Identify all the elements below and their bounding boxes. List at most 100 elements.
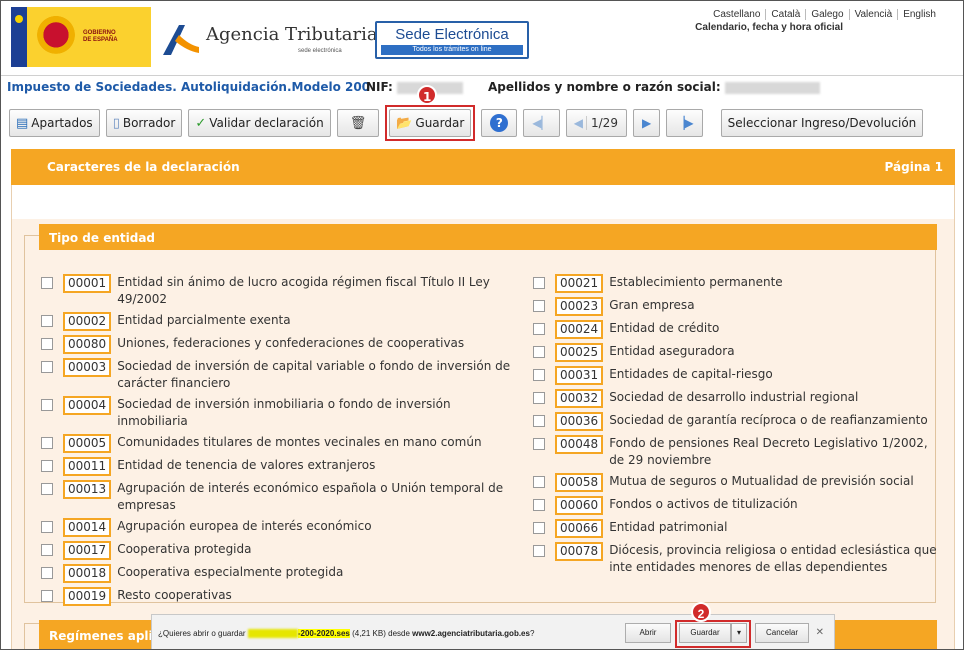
borrador-label: Borrador bbox=[122, 116, 176, 130]
entity-type-checkbox[interactable] bbox=[533, 522, 545, 534]
entity-type-checkbox[interactable] bbox=[41, 277, 53, 289]
form-panel: Tipo de entidad 00001 Entidad sin ánimo d… bbox=[11, 185, 955, 649]
entity-type-item: 00025 Entidad aseguradora bbox=[533, 343, 943, 362]
guardar-highlight: 📂 Guardar 1 bbox=[385, 85, 476, 141]
lang-galego[interactable]: Galego bbox=[805, 9, 848, 20]
last-page-button[interactable]: ▕▶ bbox=[666, 109, 703, 137]
step-badge-1: 1 bbox=[417, 85, 438, 105]
download-end: ? bbox=[529, 629, 535, 638]
help-button[interactable]: ? bbox=[481, 109, 518, 137]
guardar-button[interactable]: 📂 Guardar bbox=[389, 109, 472, 137]
entity-type-checkbox[interactable] bbox=[41, 437, 53, 449]
entity-type-label: Entidad de crédito bbox=[609, 321, 720, 335]
entity-type-checkbox[interactable] bbox=[41, 315, 53, 327]
entity-type-item: 00058 Mutua de seguros o Mutualidad de pr… bbox=[533, 473, 943, 492]
entity-type-checkbox[interactable] bbox=[533, 277, 545, 289]
entity-type-checkbox[interactable] bbox=[533, 545, 545, 557]
entity-type-code: 00078 bbox=[555, 542, 604, 561]
borrador-button[interactable]: ▯ Borrador bbox=[105, 109, 183, 137]
section-header: Caracteres de la declaración Página 1 bbox=[11, 149, 955, 185]
browser-viewport: GOBIERNO DE ESPAÑA Agencia Tributaria se… bbox=[0, 0, 964, 650]
entity-type-checkbox[interactable] bbox=[533, 300, 545, 312]
entity-type-checkbox[interactable] bbox=[533, 476, 545, 488]
entity-type-checkbox[interactable] bbox=[533, 438, 545, 450]
cancelar-button[interactable]: Cancelar bbox=[755, 623, 809, 643]
sede-electronica-logo[interactable]: Sede Electrónica Todos los trámites on l… bbox=[375, 21, 529, 59]
entity-type-label: Sociedad de inversión de capital variabl… bbox=[117, 359, 511, 390]
entity-type-code: 00003 bbox=[63, 358, 112, 377]
seleccionar-ingreso-button[interactable]: Seleccionar Ingreso/Devolución bbox=[720, 109, 924, 137]
page-label: Página 1 bbox=[884, 160, 943, 174]
entity-type-checkbox[interactable] bbox=[533, 499, 545, 511]
entity-type-code: 00005 bbox=[63, 434, 112, 453]
entity-type-code: 00080 bbox=[63, 335, 112, 354]
entity-type-checkbox[interactable] bbox=[533, 369, 545, 381]
entity-type-checkbox[interactable] bbox=[41, 590, 53, 602]
apellidos-redacted bbox=[724, 81, 820, 94]
language-selector: Castellano Català Galego Valencià Englis… bbox=[708, 9, 941, 20]
abrir-button[interactable]: Abrir bbox=[625, 623, 671, 643]
entity-type-item: 00080 Uniones, federaciones y confederaci… bbox=[41, 335, 511, 354]
entity-type-checkbox[interactable] bbox=[41, 338, 53, 350]
entity-type-checkbox[interactable] bbox=[41, 544, 53, 556]
first-page-icon: ◀▏ bbox=[532, 116, 551, 130]
sede-subtitle: Todos los trámites on line bbox=[381, 45, 523, 55]
entity-type-item: 00036 Sociedad de garantía recíproca o de… bbox=[533, 412, 943, 431]
lang-valencia[interactable]: Valencià bbox=[848, 9, 898, 20]
entity-type-checkbox[interactable] bbox=[533, 346, 545, 358]
nif-field: NIF: bbox=[366, 80, 464, 94]
download-filename: -200-2020.ses bbox=[297, 629, 350, 638]
entity-type-checkbox[interactable] bbox=[41, 361, 53, 373]
entity-type-checkbox[interactable] bbox=[41, 567, 53, 579]
entity-type-code: 00004 bbox=[63, 396, 112, 415]
entity-type-label: Gran empresa bbox=[609, 298, 695, 312]
entity-type-label: Entidad patrimonial bbox=[609, 520, 728, 534]
agency-title[interactable]: Agencia Tributaria bbox=[206, 24, 378, 45]
guardar-download-button[interactable]: Guardar bbox=[679, 623, 731, 643]
calendar-link[interactable]: Calendario, fecha y hora oficial bbox=[695, 22, 843, 33]
model-info-bar: Impuesto de Sociedades. Autoliquidación.… bbox=[1, 75, 963, 99]
entity-type-checkbox[interactable] bbox=[533, 415, 545, 427]
entity-type-checkbox[interactable] bbox=[41, 460, 53, 472]
entity-type-label: Entidad sin ánimo de lucro acogida régim… bbox=[117, 275, 490, 306]
apellidos-field: Apellidos y nombre o razón social: bbox=[488, 80, 820, 94]
entity-type-label: Establecimiento permanente bbox=[609, 275, 783, 289]
entity-type-label: Comunidades titulares de montes vecinale… bbox=[117, 435, 482, 449]
apartados-button[interactable]: ▤ Apartados bbox=[9, 109, 100, 137]
entity-type-code: 00002 bbox=[63, 312, 112, 331]
gobierno-logo[interactable]: GOBIERNO DE ESPAÑA bbox=[11, 7, 151, 67]
entity-type-item: 00032 Sociedad de desarrollo industrial r… bbox=[533, 389, 943, 408]
entity-type-label: Agrupación de interés económico española… bbox=[117, 481, 504, 512]
entity-type-item: 00023 Gran empresa bbox=[533, 297, 943, 316]
validar-button[interactable]: ✓ Validar declaración bbox=[188, 109, 331, 137]
entity-type-checkbox[interactable] bbox=[41, 399, 53, 411]
white-strip bbox=[12, 185, 954, 219]
entity-type-checkbox[interactable] bbox=[533, 392, 545, 404]
entity-type-label: Resto cooperativas bbox=[117, 588, 232, 602]
close-icon[interactable]: ✕ bbox=[816, 627, 824, 638]
guardar-label: Guardar bbox=[415, 116, 465, 130]
entity-type-item: 00066 Entidad patrimonial bbox=[533, 519, 943, 538]
prev-page-icon[interactable]: ◀ bbox=[571, 116, 587, 130]
next-page-button[interactable]: ▶ bbox=[632, 109, 661, 137]
entity-type-checkbox[interactable] bbox=[41, 483, 53, 495]
lang-castellano[interactable]: Castellano bbox=[708, 9, 765, 20]
eu-flag-icon bbox=[11, 7, 27, 67]
guardar-dropdown-button[interactable]: ▾ bbox=[731, 623, 747, 643]
seleccionar-label: Seleccionar Ingreso/Devolución bbox=[727, 116, 917, 130]
tipo-entidad-box: Tipo de entidad 00001 Entidad sin ánimo d… bbox=[24, 224, 937, 606]
delete-button[interactable]: 🗑 bbox=[336, 109, 380, 137]
entity-type-label: Fondos o activos de titulización bbox=[609, 497, 798, 511]
entity-type-item: 00014 Agrupación europea de interés econó… bbox=[41, 518, 511, 537]
entity-type-checkbox[interactable] bbox=[41, 521, 53, 533]
model-title: Impuesto de Sociedades. Autoliquidación.… bbox=[7, 80, 371, 94]
first-page-button[interactable]: ◀▏ bbox=[523, 109, 560, 137]
entity-type-code: 00031 bbox=[555, 366, 604, 385]
lang-english[interactable]: English bbox=[897, 9, 941, 20]
entity-type-checkbox[interactable] bbox=[533, 323, 545, 335]
entity-type-item: 00048 Fondo de pensiones Real Decreto Leg… bbox=[533, 435, 943, 469]
trash-icon: 🗑 bbox=[349, 115, 367, 131]
lang-catala[interactable]: Català bbox=[765, 9, 805, 20]
entity-type-code: 00017 bbox=[63, 541, 112, 560]
entity-type-code: 00018 bbox=[63, 564, 112, 583]
